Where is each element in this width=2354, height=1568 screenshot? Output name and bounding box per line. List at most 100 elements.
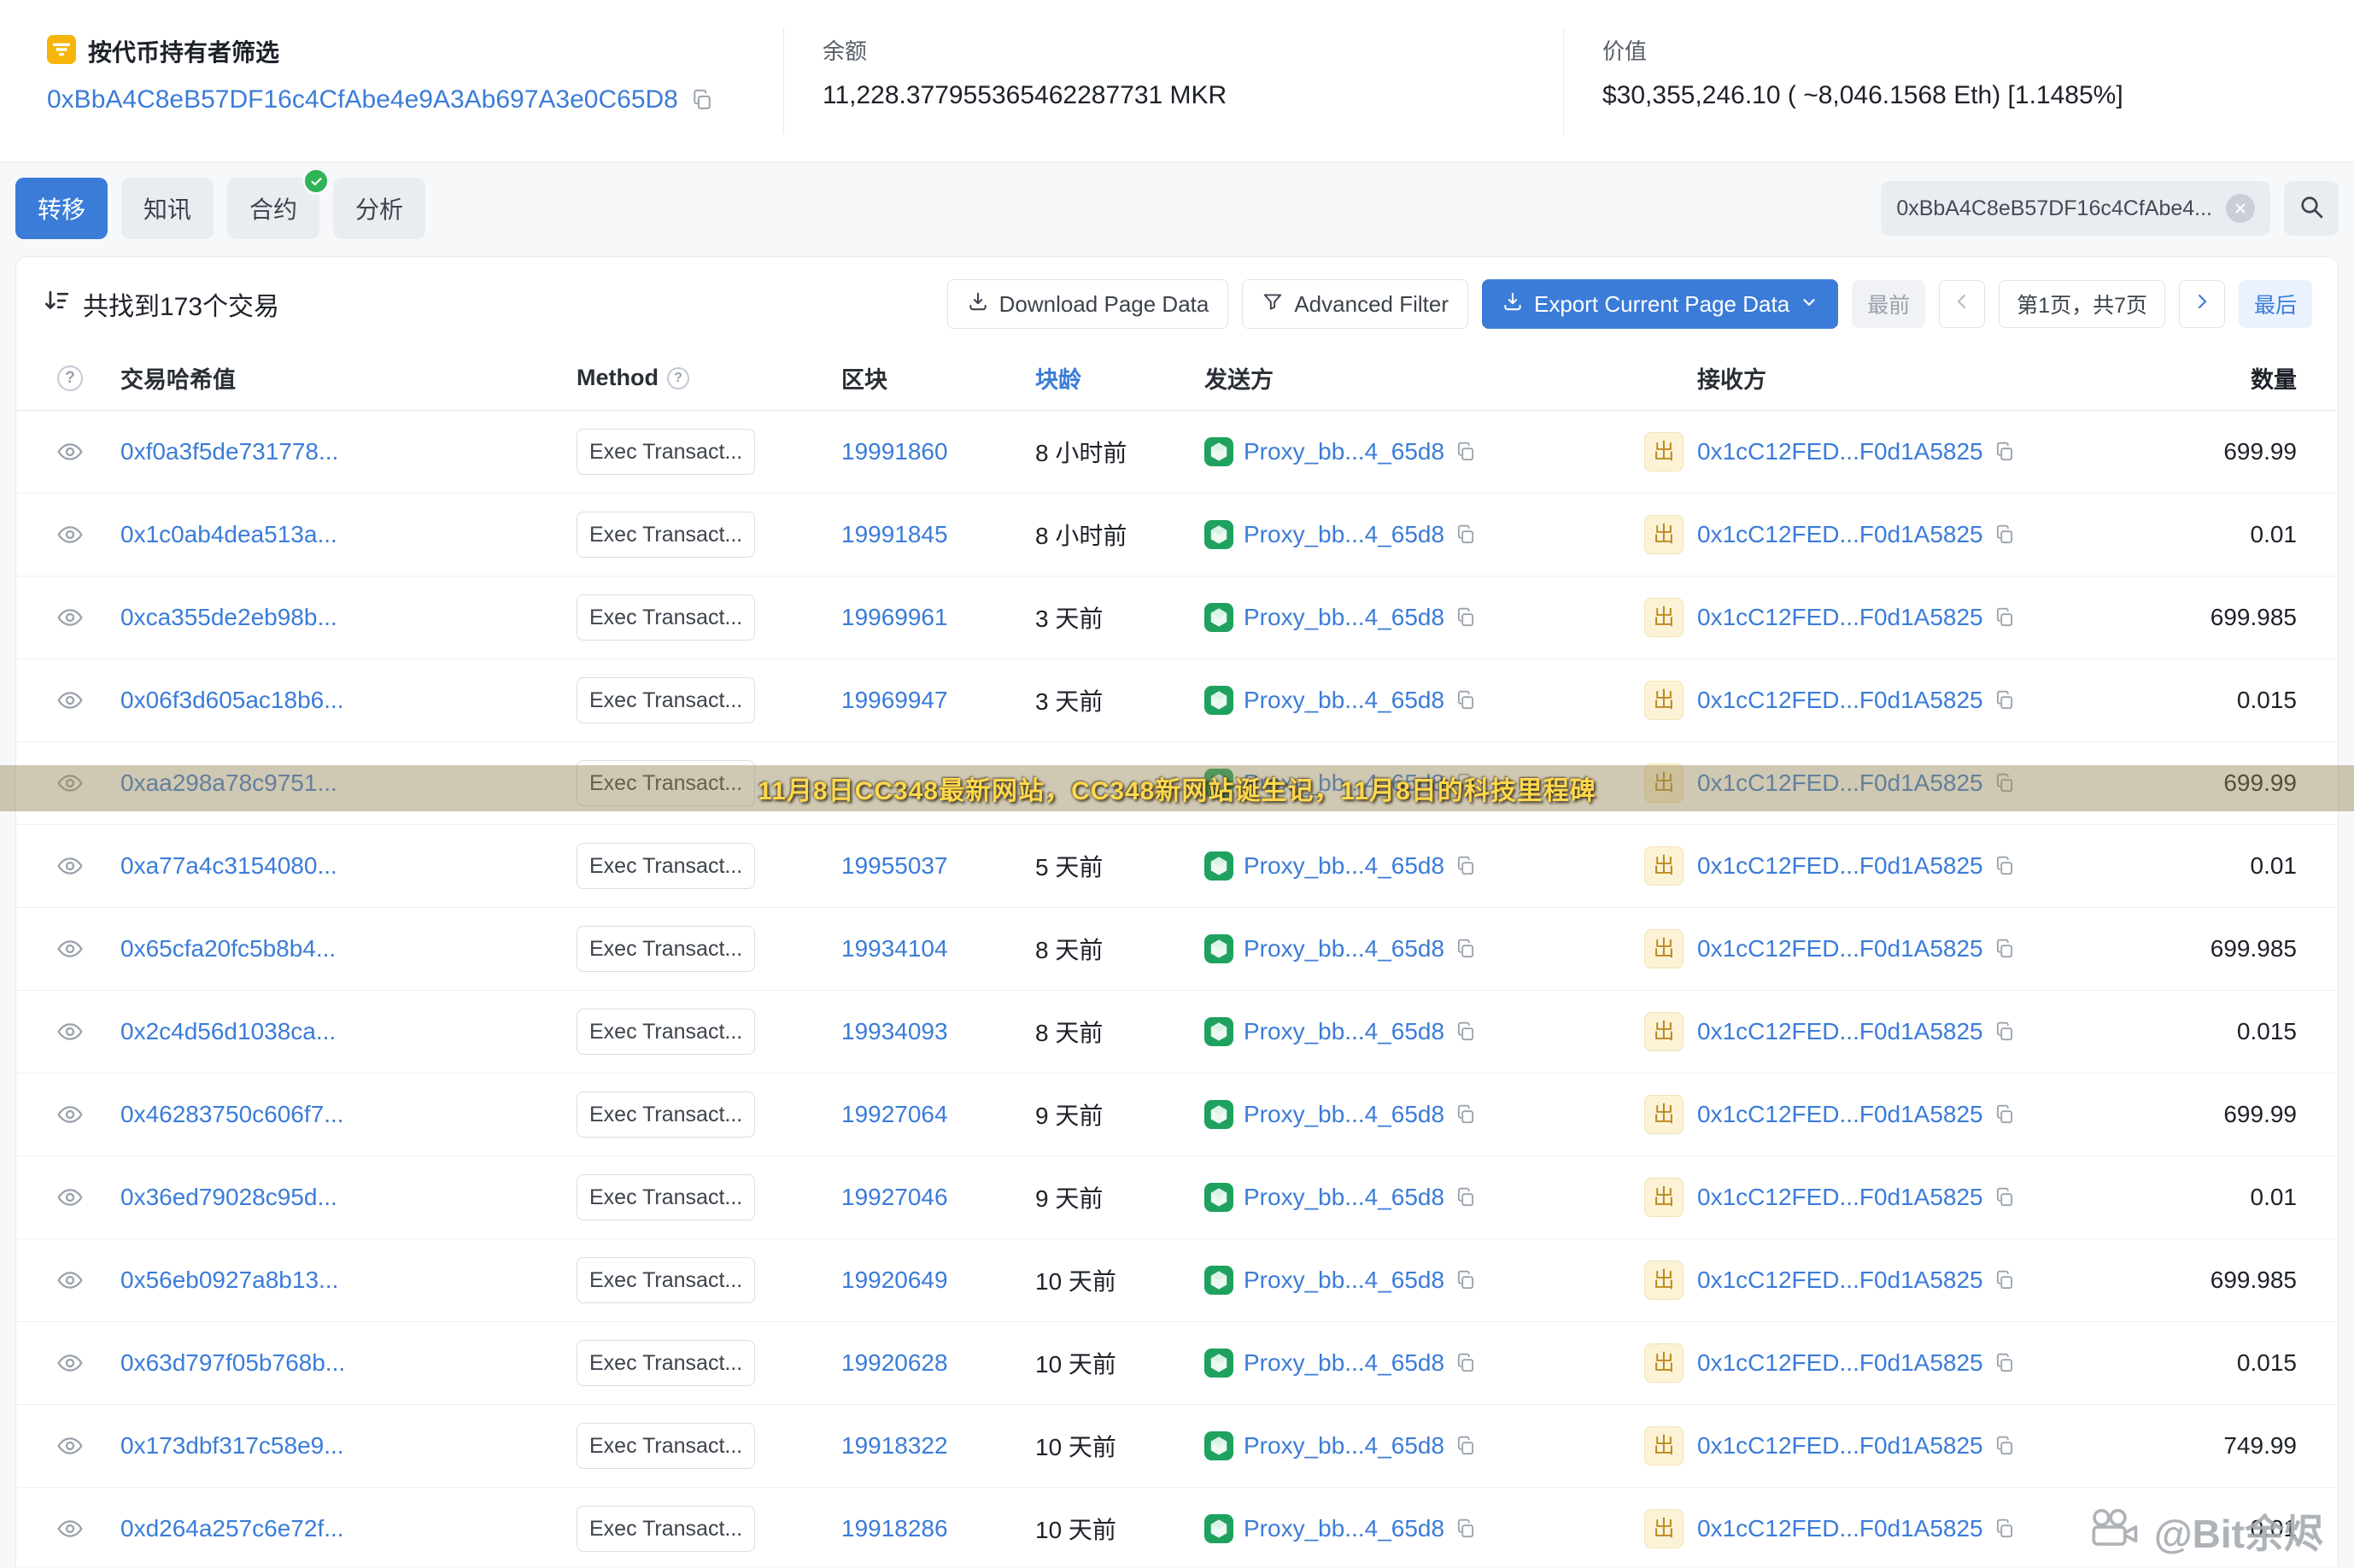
method-badge[interactable]: Exec Transact... [577,1009,755,1055]
block-link[interactable]: 19918322 [841,1432,948,1459]
search-address-pill[interactable]: 0xBbA4C8eB57DF16c4CfAbe4... [1881,181,2270,236]
eye-icon[interactable] [56,1101,84,1128]
tx-hash-link[interactable]: 0x63d797f05b768b... [120,1349,345,1376]
to-address-link[interactable]: 0x1cC12FED...F0d1A5825 [1697,1267,1983,1294]
method-badge[interactable]: Exec Transact... [577,1091,755,1138]
export-page-data-button[interactable]: Export Current Page Data [1482,279,1838,329]
copy-icon[interactable] [1455,1435,1477,1457]
eye-icon[interactable] [56,521,84,548]
block-link[interactable]: 19955037 [841,852,948,879]
to-address-link[interactable]: 0x1cC12FED...F0d1A5825 [1697,1349,1983,1377]
block-link[interactable]: 19991860 [841,438,948,465]
copy-icon[interactable] [1994,1435,2016,1457]
copy-icon[interactable] [1994,1352,2016,1374]
from-address-link[interactable]: Proxy_bb...4_65d8 [1244,1018,1444,1045]
to-address-link[interactable]: 0x1cC12FED...F0d1A5825 [1697,1018,1983,1045]
from-address-link[interactable]: Proxy_bb...4_65d8 [1244,1349,1444,1377]
from-address-link[interactable]: Proxy_bb...4_65d8 [1244,604,1444,631]
eye-icon[interactable] [56,852,84,880]
copy-icon[interactable] [1455,1021,1477,1043]
to-address-link[interactable]: 0x1cC12FED...F0d1A5825 [1697,521,1983,548]
block-link[interactable]: 19969961 [841,604,948,630]
copy-icon[interactable] [1455,1352,1477,1374]
from-address-link[interactable]: Proxy_bb...4_65d8 [1244,1515,1444,1542]
header-age-sort[interactable]: 块龄 [1035,361,1204,395]
from-address-link[interactable]: Proxy_bb...4_65d8 [1244,935,1444,962]
method-badge[interactable]: Exec Transact... [577,843,755,889]
copy-icon[interactable] [1994,1518,2016,1540]
question-mark-icon[interactable] [667,367,689,389]
method-badge[interactable]: Exec Transact... [577,926,755,972]
copy-icon[interactable] [1455,1269,1477,1291]
copy-icon[interactable] [690,88,714,112]
copy-icon[interactable] [1994,1103,2016,1126]
copy-icon[interactable] [1455,1186,1477,1208]
from-address-link[interactable]: Proxy_bb...4_65d8 [1244,521,1444,548]
from-address-link[interactable]: Proxy_bb...4_65d8 [1244,1184,1444,1211]
tx-hash-link[interactable]: 0x2c4d56d1038ca... [120,1018,336,1044]
eye-icon[interactable] [56,604,84,631]
copy-icon[interactable] [1455,524,1477,546]
pagination-first-button[interactable]: 最前 [1852,280,1925,328]
pagination-prev-button[interactable] [1939,280,1985,328]
eye-icon[interactable] [56,438,84,465]
block-link[interactable]: 19934104 [841,935,948,962]
tx-hash-link[interactable]: 0x56eb0927a8b13... [120,1267,338,1293]
block-link[interactable]: 19927064 [841,1101,948,1127]
tx-hash-link[interactable]: 0xa77a4c3154080... [120,852,337,879]
to-address-link[interactable]: 0x1cC12FED...F0d1A5825 [1697,438,1983,465]
block-link[interactable]: 19920628 [841,1349,948,1376]
method-badge[interactable]: Exec Transact... [577,1506,755,1552]
from-address-link[interactable]: Proxy_bb...4_65d8 [1244,1267,1444,1294]
pagination-next-button[interactable] [2179,280,2225,328]
copy-icon[interactable] [1994,606,2016,629]
to-address-link[interactable]: 0x1cC12FED...F0d1A5825 [1697,1432,1983,1460]
copy-icon[interactable] [1994,1269,2016,1291]
method-badge[interactable]: Exec Transact... [577,1423,755,1469]
tx-hash-link[interactable]: 0xd264a257c6e72f... [120,1515,344,1542]
eye-icon[interactable] [56,1184,84,1211]
block-link[interactable]: 19927046 [841,1184,948,1210]
block-link[interactable]: 19920649 [841,1267,948,1293]
eye-icon[interactable] [56,1515,84,1542]
copy-icon[interactable] [1994,1021,2016,1043]
to-address-link[interactable]: 0x1cC12FED...F0d1A5825 [1697,1184,1983,1211]
to-address-link[interactable]: 0x1cC12FED...F0d1A5825 [1697,687,1983,714]
eye-icon[interactable] [56,1018,84,1045]
to-address-link[interactable]: 0x1cC12FED...F0d1A5825 [1697,604,1983,631]
to-address-link[interactable]: 0x1cC12FED...F0d1A5825 [1697,935,1983,962]
tab-transfers[interactable]: 转移 [15,178,108,239]
advanced-filter-button[interactable]: Advanced Filter [1242,279,1468,329]
copy-icon[interactable] [1994,441,2016,463]
eye-icon[interactable] [56,687,84,714]
tx-hash-link[interactable]: 0xf0a3f5de731778... [120,438,338,465]
copy-icon[interactable] [1994,938,2016,960]
to-address-link[interactable]: 0x1cC12FED...F0d1A5825 [1697,1101,1983,1128]
method-badge[interactable]: Exec Transact... [577,429,755,475]
to-address-link[interactable]: 0x1cC12FED...F0d1A5825 [1697,1515,1983,1542]
method-badge[interactable]: Exec Transact... [577,1174,755,1220]
method-badge[interactable]: Exec Transact... [577,1340,755,1386]
tx-hash-link[interactable]: 0x1c0ab4dea513a... [120,521,337,547]
method-badge[interactable]: Exec Transact... [577,594,755,641]
download-page-data-button[interactable]: Download Page Data [947,279,1229,329]
tab-news[interactable]: 知讯 [121,178,214,239]
tx-hash-link[interactable]: 0x46283750c606f7... [120,1101,344,1127]
copy-icon[interactable] [1994,1186,2016,1208]
from-address-link[interactable]: Proxy_bb...4_65d8 [1244,438,1444,465]
from-address-link[interactable]: Proxy_bb...4_65d8 [1244,852,1444,880]
pagination-last-button[interactable]: 最后 [2239,280,2312,328]
tx-hash-link[interactable]: 0x36ed79028c95d... [120,1184,337,1210]
tx-hash-link[interactable]: 0x173dbf317c58e9... [120,1432,344,1459]
copy-icon[interactable] [1455,855,1477,877]
tx-hash-link[interactable]: 0xca355de2eb98b... [120,604,337,630]
block-link[interactable]: 19969947 [841,687,948,713]
copy-icon[interactable] [1455,1518,1477,1540]
eye-icon[interactable] [56,935,84,962]
eye-icon[interactable] [56,1267,84,1294]
copy-icon[interactable] [1455,606,1477,629]
from-address-link[interactable]: Proxy_bb...4_65d8 [1244,687,1444,714]
tab-analytics[interactable]: 分析 [333,178,425,239]
copy-icon[interactable] [1455,441,1477,463]
holder-address-link[interactable]: 0xBbA4C8eB57DF16c4CfAbe4e9A3Ab697A3e0C65… [47,85,678,114]
